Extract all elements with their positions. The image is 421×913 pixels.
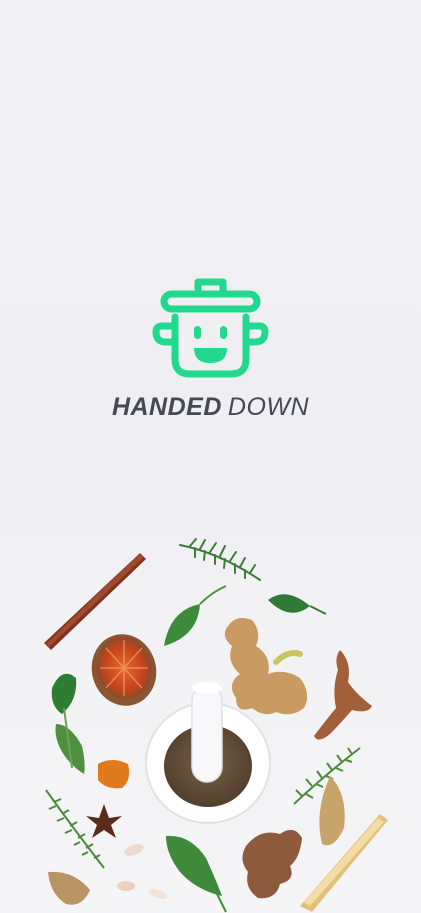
- app-name-bold: HANDED: [111, 393, 222, 421]
- hero-image: [0, 528, 421, 913]
- app-name: HANDED DOWN: [0, 393, 421, 422]
- app-logo: HANDED DOWN: [0, 276, 421, 426]
- app-name-light: DOWN: [227, 393, 310, 421]
- turmeric-chunk: [98, 760, 130, 789]
- cooking-pot-smiley-icon: [152, 278, 269, 378]
- splash-screen: HANDED DOWN: [0, 0, 421, 913]
- herbs-spices-illustration: [0, 528, 421, 913]
